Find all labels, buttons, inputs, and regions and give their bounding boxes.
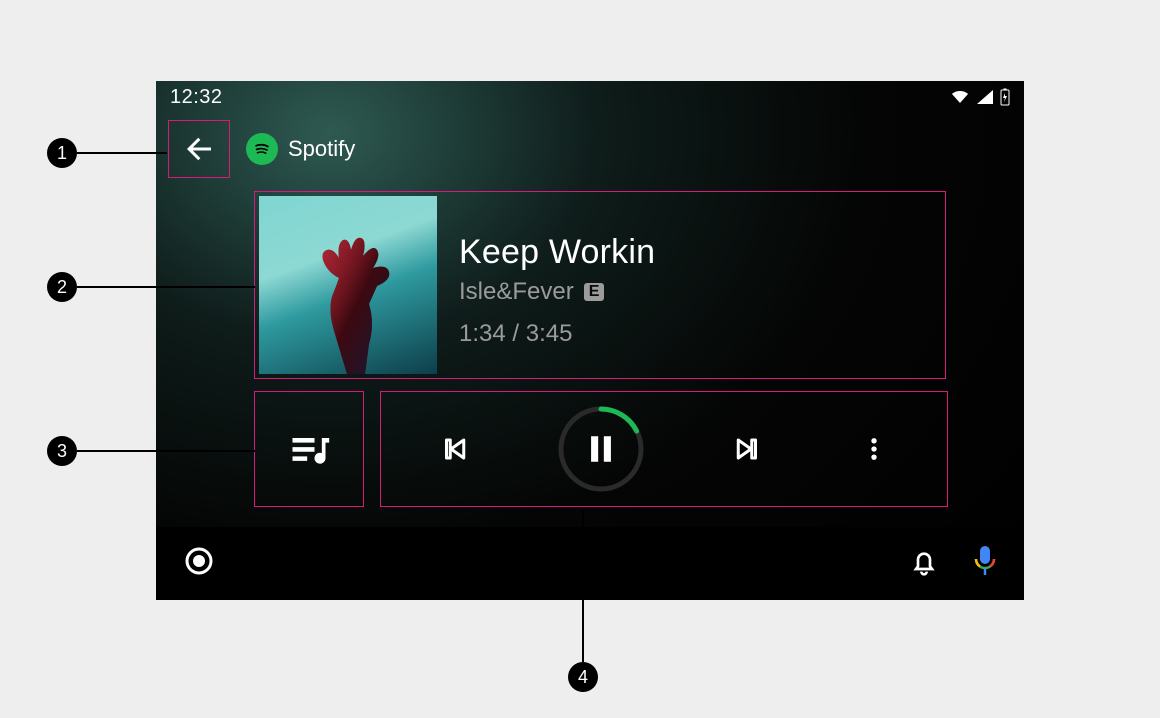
total-duration: 3:45 [526,320,573,347]
album-art [259,196,437,374]
next-button[interactable] [724,425,772,473]
bell-icon [908,545,940,577]
status-bar: 12:32 [156,81,1024,113]
status-time: 12:32 [170,86,223,109]
app-identity: Spotify [240,133,355,165]
more-button[interactable] [850,425,898,473]
battery-icon [1000,88,1010,106]
elapsed-time: 1:34 [459,320,506,347]
artist-row: Isle&Fever E [459,278,655,306]
skip-next-icon [730,431,766,467]
annotation-3: 3 [47,436,77,466]
skip-previous-icon [436,431,472,467]
launcher-button[interactable] [182,544,216,583]
back-button[interactable] [168,120,230,178]
circle-icon [182,544,216,578]
track-title: Keep Workin [459,233,655,272]
queue-music-icon [287,427,331,471]
more-vert-icon [860,435,888,463]
play-pause-button[interactable] [556,404,646,494]
transport-controls [380,391,948,507]
wifi-icon [950,89,970,105]
album-art-image [297,224,407,374]
spotify-icon [246,133,278,165]
controls-row [254,391,1024,507]
annotation-4: 4 [568,662,598,692]
artist-name: Isle&Fever [459,278,574,306]
pause-icon [584,432,618,466]
previous-button[interactable] [430,425,478,473]
arrow-left-icon [181,131,217,167]
header: Spotify [156,113,1024,185]
now-playing-card[interactable]: Keep Workin Isle&Fever E 1:34 / 3:45 [254,191,946,379]
assistant-button[interactable] [972,544,998,583]
explicit-badge: E [584,283,605,301]
mic-icon [972,544,998,578]
app-name: Spotify [288,136,355,162]
status-icons [950,88,1010,106]
notifications-button[interactable] [908,545,940,582]
annotation-2: 2 [47,272,77,302]
signal-icon [976,89,994,105]
annotation-1: 1 [47,138,77,168]
system-nav-bar [156,527,1024,600]
track-metadata: Keep Workin Isle&Fever E 1:34 / 3:45 [459,223,655,348]
queue-button[interactable] [254,391,364,507]
time-row: 1:34 / 3:45 [459,320,655,348]
device-screen: 12:32 Spotify Keep Work [156,81,1024,600]
